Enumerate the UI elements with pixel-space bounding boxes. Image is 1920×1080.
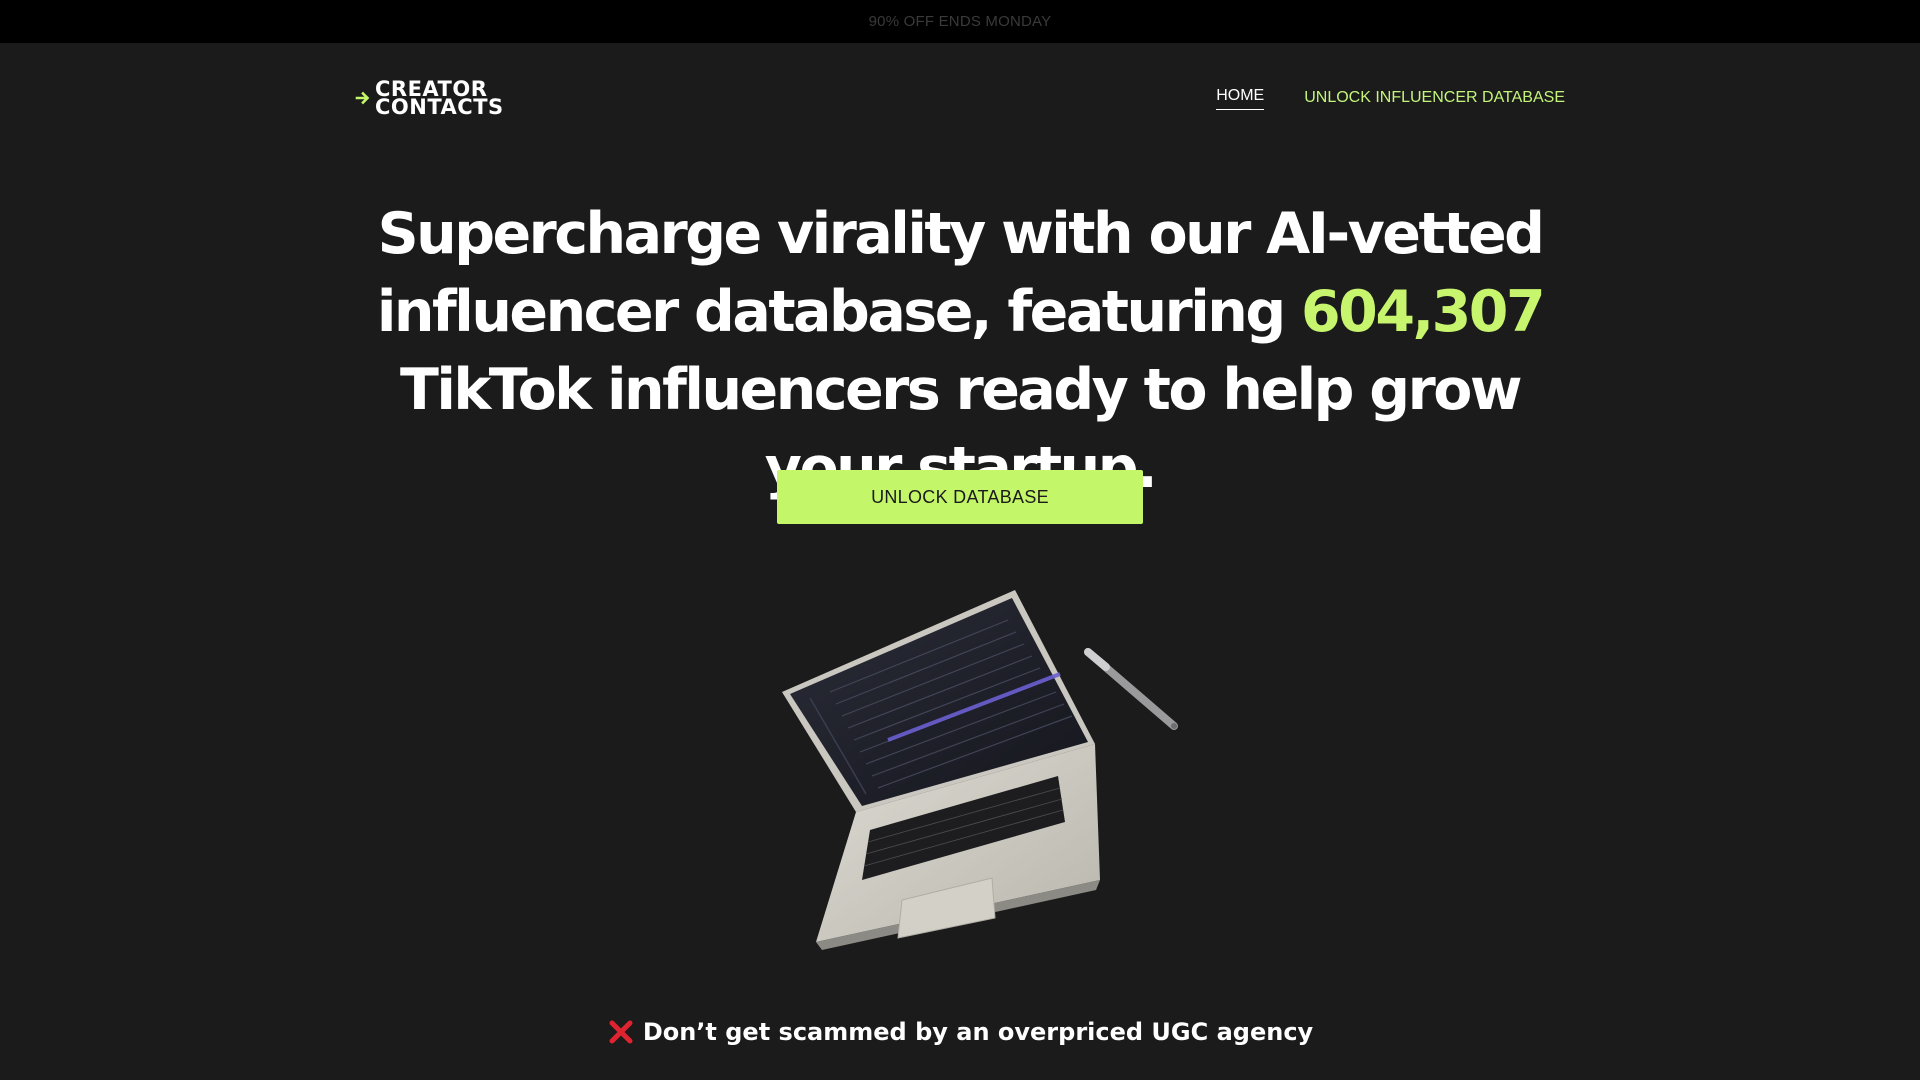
scam-warning-text: Don’t get scammed by an overpriced UGC a… — [642, 1018, 1314, 1046]
influencer-count: 604,307 — [1301, 279, 1546, 345]
laptop-image — [770, 580, 1190, 950]
logo[interactable]: CREATOR CONTACTS — [355, 79, 504, 119]
red-x-icon — [609, 1020, 633, 1044]
hero-headline: Supercharge virality with our AI-vetted … — [330, 195, 1590, 507]
main-navigation: CREATOR CONTACTS HOME UNLOCK INFLUENCER … — [355, 72, 1565, 124]
nav-home-link[interactable]: HOME — [1216, 87, 1265, 110]
nav-unlock-database-link[interactable]: UNLOCK INFLUENCER DATABASE — [1304, 89, 1565, 107]
logo-line-2: CONTACTS — [375, 95, 504, 119]
announcement-bar: 90% OFF ENDS MONDAY — [0, 0, 1920, 43]
arrow-right-icon — [355, 91, 370, 105]
logo-wordmark: CREATOR CONTACTS — [375, 79, 504, 119]
scam-warning: Don’t get scammed by an overpriced UGC a… — [0, 1018, 1920, 1046]
laptop-illustration — [782, 590, 1178, 950]
announcement-text: 90% OFF ENDS MONDAY — [868, 13, 1052, 30]
unlock-database-button[interactable]: UNLOCK DATABASE — [777, 470, 1143, 524]
nav-links: HOME UNLOCK INFLUENCER DATABASE — [1216, 87, 1565, 110]
